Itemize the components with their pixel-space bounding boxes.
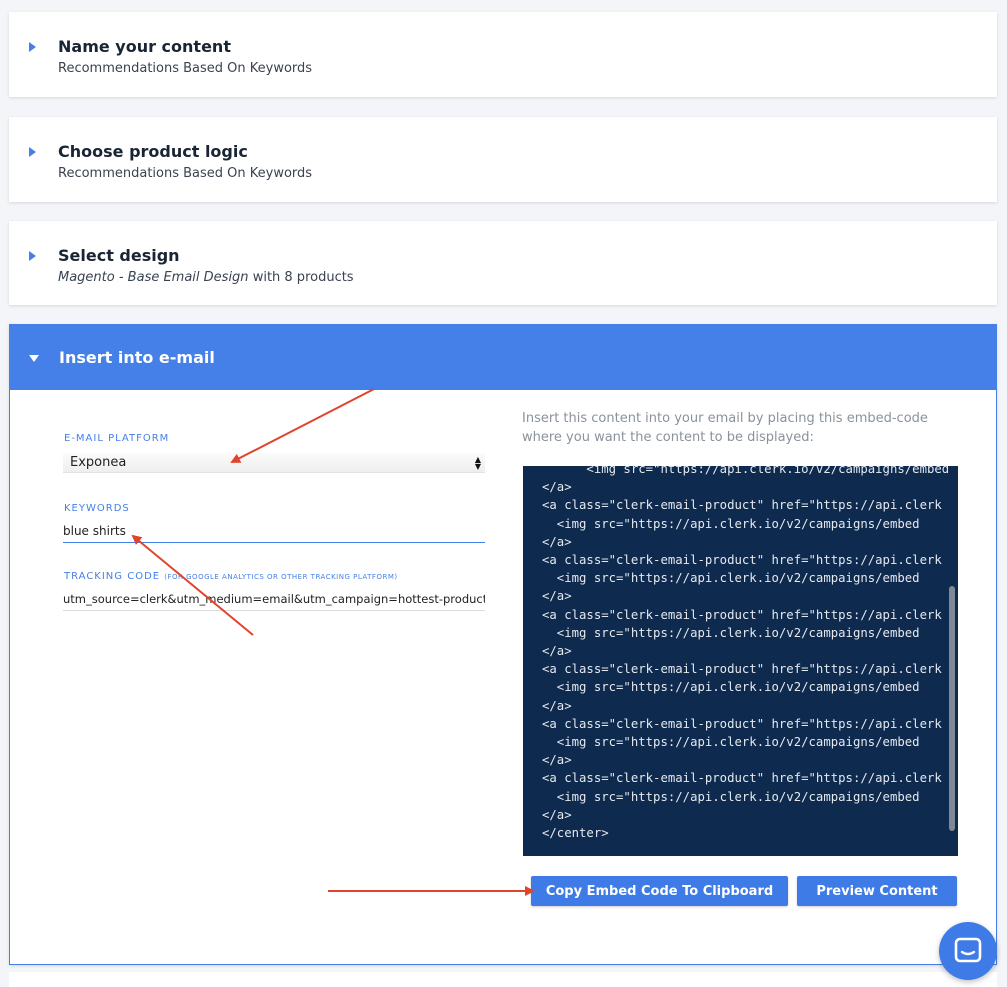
- panel-product-logic[interactable]: Choose product logic Recommendations Bas…: [9, 117, 997, 202]
- caret-right-icon: [29, 147, 36, 157]
- design-name: Magento - Base Email Design: [58, 270, 249, 285]
- next-panel-edge: [9, 972, 997, 987]
- panel-name-content[interactable]: Name your content Recommendations Based …: [9, 12, 997, 97]
- panel-insert-email: Insert into e-mail E-MAIL PLATFORM Expon…: [9, 324, 997, 965]
- caret-right-icon: [29, 42, 36, 52]
- tracking-code-label-note: (FOR GOOGLE ANALYTICS OR OTHER TRACKING …: [164, 573, 398, 581]
- panel-title: Select design: [58, 246, 180, 265]
- panel-header[interactable]: Name your content Recommendations Based …: [9, 12, 997, 97]
- panel-subtitle: Magento - Base Email Design with 8 produ…: [58, 270, 354, 285]
- select-arrows-icon: ▲ ▼: [474, 455, 481, 471]
- chat-launcher[interactable]: [939, 922, 997, 980]
- email-platform-selected: Exponea: [70, 455, 127, 470]
- panel-title: Choose product logic: [58, 142, 248, 161]
- email-platform-label: E-MAIL PLATFORM: [64, 433, 170, 444]
- tracking-code-input[interactable]: [63, 587, 485, 611]
- caret-right-icon: [29, 251, 36, 261]
- panel-header-active[interactable]: Insert into e-mail: [10, 325, 996, 390]
- panel-title: Insert into e-mail: [59, 348, 215, 367]
- preview-content-button[interactable]: Preview Content: [797, 876, 957, 906]
- tracking-code-label: TRACKING CODE (FOR GOOGLE ANALYTICS OR O…: [64, 571, 398, 582]
- embed-code-block[interactable]: <img src="https://api.clerk.io/v2/campai…: [523, 466, 958, 856]
- keywords-label: KEYWORDS: [64, 503, 130, 514]
- copy-embed-code-button[interactable]: Copy Embed Code To Clipboard: [531, 876, 788, 906]
- keywords-input[interactable]: [63, 519, 485, 543]
- chat-bubble-icon: [954, 937, 982, 963]
- caret-down-icon: [29, 355, 39, 362]
- tracking-code-label-text: TRACKING CODE: [64, 571, 161, 582]
- panel-select-design[interactable]: Select design Magento - Base Email Desig…: [9, 221, 997, 305]
- panel-subtitle: Recommendations Based On Keywords: [58, 166, 313, 181]
- code-scrollbar[interactable]: [949, 586, 955, 831]
- panel-header[interactable]: Select design Magento - Base Email Desig…: [9, 221, 997, 306]
- embed-instructions: Insert this content into your email by p…: [522, 411, 928, 445]
- panel-subtitle: Recommendations Based On Keywords: [58, 61, 313, 76]
- panel-header[interactable]: Choose product logic Recommendations Bas…: [9, 117, 997, 202]
- panel-title: Name your content: [58, 37, 231, 56]
- embed-code-text: <img src="https://api.clerk.io/v2/campai…: [542, 466, 950, 841]
- design-product-count: with 8 products: [248, 270, 354, 285]
- email-platform-select[interactable]: Exponea ▲ ▼: [63, 453, 485, 473]
